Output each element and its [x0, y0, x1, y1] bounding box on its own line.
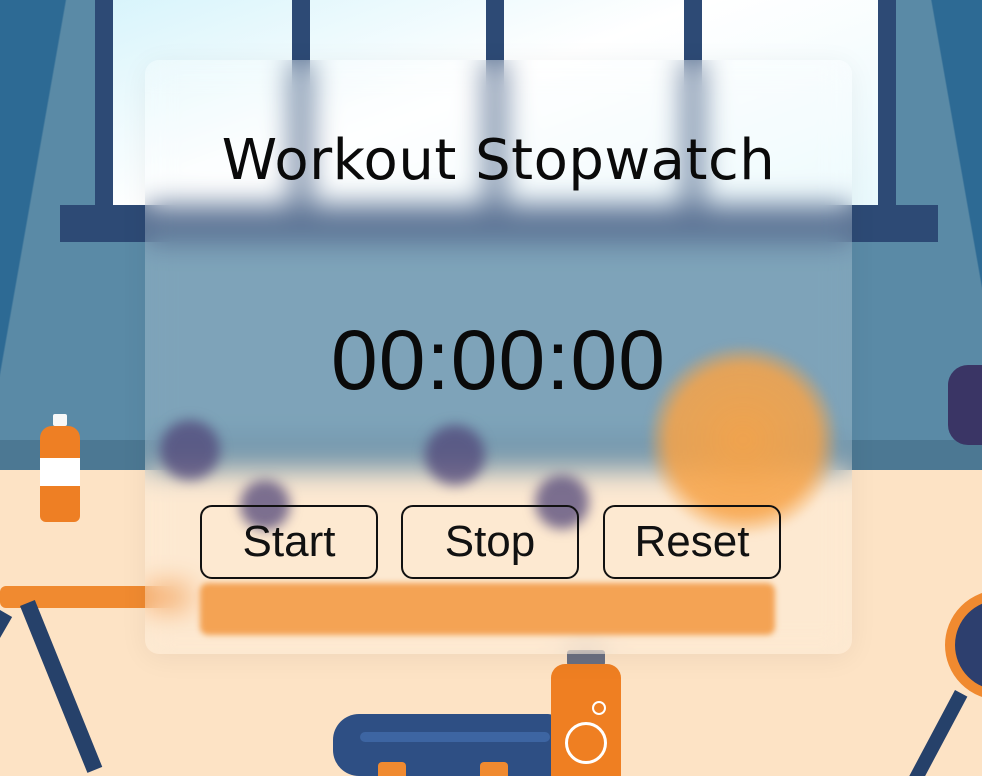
bottle-cap: [53, 414, 67, 426]
window-frame-bar: [878, 0, 896, 210]
blurred-dumbbell: [160, 420, 220, 480]
stop-button[interactable]: Stop: [401, 505, 579, 579]
reset-button[interactable]: Reset: [603, 505, 781, 579]
window-frame-bar: [95, 0, 113, 210]
water-bottle-bottom: [551, 650, 621, 776]
water-bottle-left: [40, 414, 80, 522]
blurred-dumbbell: [425, 425, 485, 485]
stopwatch-display: 00:00:00: [331, 313, 666, 407]
towel-stand: [480, 762, 508, 776]
blurred-yoga-mat: [200, 583, 775, 635]
bottle-label: [40, 458, 80, 486]
page-title: Workout Stopwatch: [221, 128, 776, 193]
rolled-towel: [333, 714, 558, 776]
start-button[interactable]: Start: [200, 505, 378, 579]
bottle-decoration: [592, 701, 606, 715]
exercise-bike-seat: [948, 365, 982, 445]
towel-stand: [378, 762, 406, 776]
towel-stripe: [360, 732, 550, 742]
bottle-decoration: [565, 722, 607, 764]
